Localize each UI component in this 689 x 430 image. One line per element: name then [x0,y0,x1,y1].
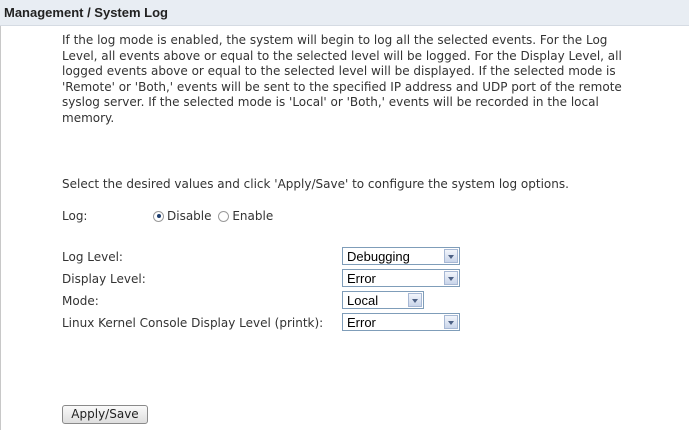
description-line: memory. [62,110,115,125]
log-level-select[interactable]: Debugging [342,247,460,265]
description-line: Level, all events above or equal to the … [62,48,622,63]
page-header: Management / System Log [0,0,689,26]
kernel-console-level-label: Linux Kernel Console Display Level (prin… [62,316,324,330]
description-text: If the log mode is enabled, the system w… [62,33,688,126]
kernel-console-level-select[interactable]: Error [342,313,460,331]
log-enable-label: Enable [232,209,274,223]
mode-label: Mode: [62,294,99,308]
log-disable-option[interactable]: Disable [153,209,212,223]
left-border [0,26,1,430]
log-disable-label: Disable [167,209,212,223]
display-level-label: Display Level: [62,272,146,286]
log-label: Log: [62,209,88,223]
page-title: Management / System Log [4,5,168,20]
log-disable-radio[interactable] [153,210,164,222]
log-enable-radio[interactable] [218,210,230,222]
description-line: logged events above or equal to the sele… [62,64,616,78]
mode-select[interactable]: Local [342,291,424,309]
log-level-value: Debugging [347,249,410,264]
apply-save-button[interactable]: Apply/Save [62,405,148,424]
display-level-value: Error [347,271,376,286]
log-enable-option[interactable]: Enable [218,209,273,223]
instruction-text: Select the desired values and click 'App… [62,177,569,191]
chevron-down-icon[interactable] [444,249,458,263]
description-line: If the log mode is enabled, the system w… [62,33,608,47]
mode-value: Local [347,293,379,308]
chevron-down-icon[interactable] [444,315,458,329]
description-line: syslog server. If the selected mode is '… [62,95,599,109]
description-line: 'Remote' or 'Both,' events will be sent … [62,79,622,94]
chevron-down-icon[interactable] [408,293,422,307]
display-level-select[interactable]: Error [342,269,460,287]
log-mode-radio-group: Disable Enable [153,209,276,225]
kernel-console-level-value: Error [347,315,376,330]
chevron-down-icon[interactable] [444,271,458,285]
log-level-label: Log Level: [62,250,123,264]
